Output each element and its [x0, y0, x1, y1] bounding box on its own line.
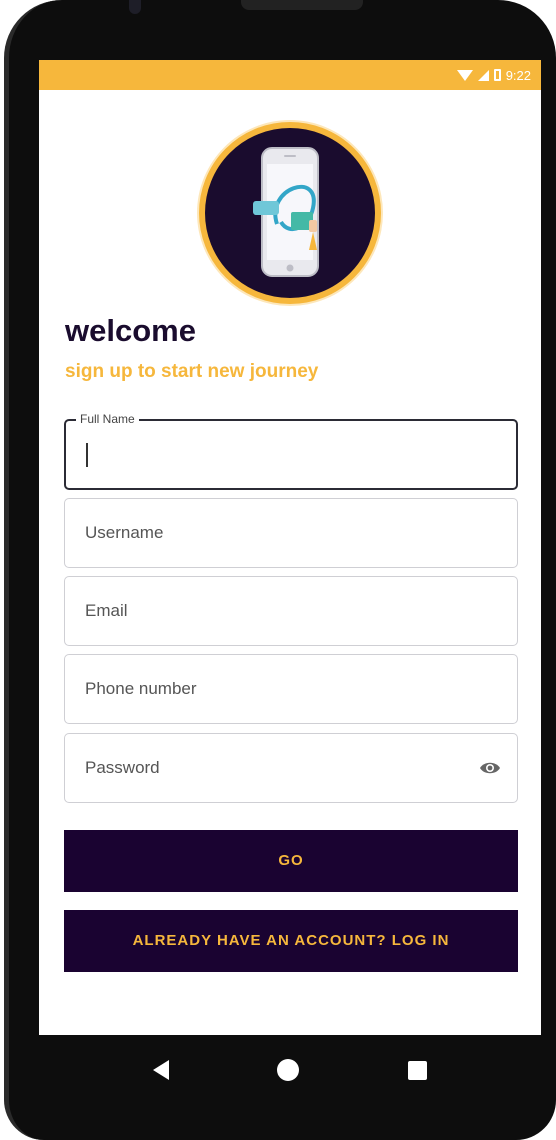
app-screen: 9:22 welcome sign up to start new journe…: [39, 60, 541, 1035]
password-placeholder: Password: [85, 758, 160, 777]
eye-icon[interactable]: [479, 760, 501, 776]
speaker-grille: [241, 0, 363, 10]
signal-icon: [477, 69, 489, 81]
email-field[interactable]: Email: [64, 576, 518, 646]
login-link-button[interactable]: ALREADY HAVE AN ACCOUNT? LOG IN: [64, 910, 518, 972]
front-camera: [129, 0, 141, 14]
go-button[interactable]: GO: [64, 830, 518, 892]
text-cursor: [86, 443, 88, 467]
phone-number-field[interactable]: Phone number: [64, 654, 518, 724]
username-field[interactable]: Username: [64, 498, 518, 568]
back-icon[interactable]: [153, 1060, 170, 1080]
username-placeholder: Username: [85, 523, 164, 542]
wifi-icon: [456, 69, 473, 81]
status-bar: 9:22: [39, 60, 541, 90]
page-title: welcome: [65, 313, 196, 348]
phone-placeholder: Phone number: [85, 679, 197, 698]
home-icon[interactable]: [277, 1059, 300, 1081]
system-nav-bar: [39, 1035, 541, 1105]
email-placeholder: Email: [85, 601, 128, 620]
page-subtitle: sign up to start new journey: [65, 361, 319, 382]
status-time: 9:22: [505, 67, 531, 83]
full-name-label: Full Name: [76, 412, 139, 426]
password-field[interactable]: Password: [64, 733, 518, 803]
full-name-field[interactable]: Full Name: [64, 412, 518, 490]
app-logo: [199, 122, 381, 304]
battery-icon: [493, 69, 501, 81]
recents-icon[interactable]: [407, 1060, 427, 1080]
